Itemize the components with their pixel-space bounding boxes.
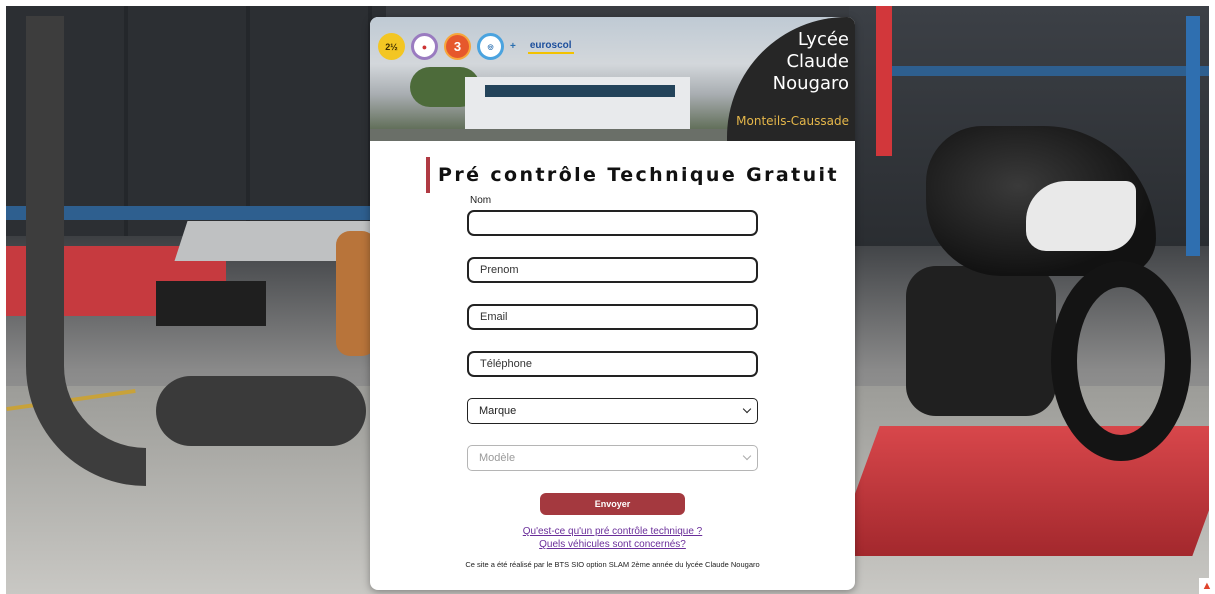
background-exhaust-hose-end — [156, 376, 366, 446]
school-name-line1: Lycée — [797, 29, 849, 50]
euroscol-logo: euroscol — [527, 40, 574, 54]
background-exhaust-hose — [26, 16, 146, 486]
page-title: Pré contrôle Technique Gratuit — [438, 164, 839, 186]
submit-button[interactable]: Envoyer — [540, 493, 685, 515]
background-rail-right — [889, 66, 1209, 76]
nom-input[interactable] — [467, 210, 758, 236]
background-red-post — [876, 6, 892, 156]
anniversary-badge-icon: 2½ — [378, 33, 405, 60]
school-banner: 2½ ● 3 ◎ + euroscol Lycée Claude Nougaro… — [370, 17, 855, 141]
background-blue-post — [1186, 16, 1200, 256]
school-name: Lycée Claude Nougaro — [773, 29, 849, 95]
flame-icon[interactable]: ▲ — [1199, 578, 1215, 594]
modele-select-value: Modèle — [479, 452, 516, 464]
school-name-line3: Nougaro — [772, 73, 849, 94]
lycee-3-badge-icon: 3 — [444, 33, 471, 60]
telephone-input[interactable] — [467, 351, 758, 377]
marque-select-value: Marque — [479, 405, 517, 417]
page-title-block: Pré contrôle Technique Gratuit — [426, 157, 839, 193]
background-motorcycle-fairing — [1026, 181, 1136, 251]
background-box — [156, 281, 266, 326]
info-links: Qu'est-ce qu'un pré contrôle technique ?… — [370, 525, 855, 551]
what-is-precontrole-link[interactable]: Qu'est-ce qu'un pré contrôle technique ? — [370, 525, 855, 538]
nom-label: Nom — [470, 195, 492, 206]
banner-building-windows — [485, 85, 675, 97]
chevron-down-icon — [742, 451, 752, 461]
label-badge-icon: ● — [411, 33, 438, 60]
email-input[interactable] — [467, 304, 758, 330]
eco-badge-icon: ◎ — [477, 33, 504, 60]
background-motorcycle-wheel — [1051, 261, 1191, 461]
form-card: 2½ ● 3 ◎ + euroscol Lycée Claude Nougaro… — [370, 17, 855, 590]
marque-select[interactable]: Marque — [467, 398, 758, 424]
footer-credit: Ce site a été réalisé par le BTS SIO opt… — [465, 560, 760, 569]
background-motorcycle-engine — [906, 266, 1056, 416]
modele-select[interactable]: Modèle — [467, 445, 758, 471]
precontrole-form: Nom Marque Modèle — [467, 195, 759, 471]
prenom-input[interactable] — [467, 257, 758, 283]
chevron-down-icon — [742, 404, 752, 414]
school-city: Monteils-Caussade — [736, 114, 849, 128]
plus-icon: + — [510, 41, 516, 52]
partner-logos: 2½ ● 3 ◎ + euroscol — [378, 33, 574, 60]
school-name-line2: Claude — [786, 51, 849, 72]
concerned-vehicles-link[interactable]: Quels véhicules sont concernés? — [370, 538, 855, 551]
